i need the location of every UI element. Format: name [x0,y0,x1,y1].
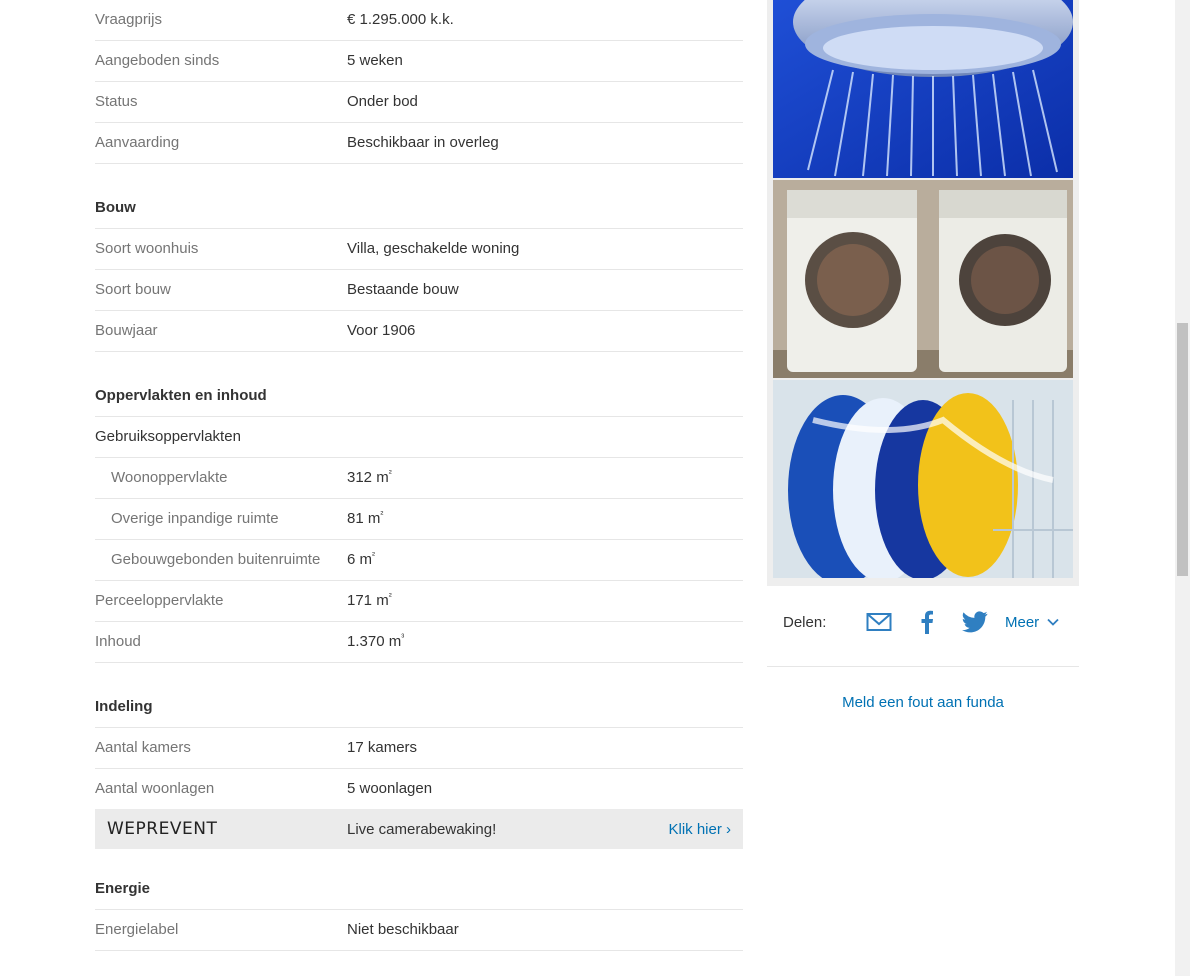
section-title-energie: Energie [95,849,743,910]
feature-row-aangeboden-sinds: Aangeboden sinds 5 weken [95,41,743,82]
feature-label: Aantal woonlagen [95,780,215,797]
chevron-down-icon [1047,618,1059,626]
weprevent-logo: WEPREVENT [107,819,218,839]
feature-label: Vraagprijs [95,11,162,28]
feature-row-aantal-kamers: Aantal kamers 17 kamers [95,728,743,769]
feature-value: 1.370 m³ [347,632,405,651]
feature-row-bouwjaar: Bouwjaar Voor 1906 [95,311,743,352]
feature-label: Soort woonhuis [95,240,199,257]
feature-value: 5 weken [347,52,403,69]
feature-value: 81 m² [347,509,384,528]
feature-value: 312 m² [347,468,392,487]
facebook-share-button[interactable] [903,610,951,634]
sidebar: Delen: Meer Meld een fout aan funda [767,0,1079,711]
feature-value: 171 m² [347,591,392,610]
feature-label: Overige inpandige ruimte [111,510,279,527]
feature-label: Aanvaarding [95,134,180,151]
email-share-button[interactable] [855,612,903,632]
feature-label: Energielabel [95,921,179,938]
shower-head-photo [773,0,1073,178]
kenmerken-list: Vraagprijs € 1.295.000 k.k. Aangeboden s… [95,0,743,951]
share-bar: Delen: Meer [767,578,1079,667]
feature-value: Villa, geschakelde woning [347,240,520,257]
more-label: Meer [1005,613,1040,631]
feature-value: 5 woonlagen [347,780,433,797]
feature-label: Bouwjaar [95,322,158,339]
feature-row-woonoppervlakte: Woonoppervlakte 312 m² [95,458,743,499]
feature-value: Beschikbaar in overleg [347,134,499,151]
facebook-icon [921,610,933,634]
twitter-share-button[interactable] [951,611,999,633]
feature-row-vraagprijs: Vraagprijs € 1.295.000 k.k. [95,0,743,41]
dishwasher-plates-photo [773,380,1073,578]
feature-value: € 1.295.000 k.k. [347,11,454,28]
feature-row-status: Status Onder bod [95,82,743,123]
feature-label: Status [95,93,138,110]
feature-value: Onder bod [347,93,418,110]
page-scrollbar[interactable] [1175,0,1190,976]
feature-label: Aangeboden sinds [95,52,220,69]
feature-row-aanvaarding: Aanvaarding Beschikbaar in overleg [95,123,743,164]
scrollbar-thumb[interactable] [1177,323,1188,576]
twitter-icon [962,611,988,633]
feature-row-gebouwgebonden-buitenruimte: Gebouwgebonden buitenruimte 6 m² [95,540,743,581]
feature-value: 17 kamers [347,739,418,756]
feature-row-perceeloppervlakte: Perceeloppervlakte 171 m² [95,581,743,622]
feature-row-overige-inpandige-ruimte: Overige inpandige ruimte 81 m² [95,499,743,540]
ad-photo-collage[interactable] [767,0,1079,586]
more-share-dropdown[interactable]: Meer [1005,614,1059,631]
feature-row-energielabel: Energielabel Niet beschikbaar [95,910,743,951]
ad-click-here-link[interactable]: Klik hier › [668,821,743,838]
feature-label: Soort bouw [95,281,171,298]
report-error-link[interactable]: Meld een fout aan funda [767,667,1079,711]
feature-label: Perceeloppervlakte [95,592,224,609]
section-title-oppervlakten: Oppervlakten en inhoud [95,352,743,417]
feature-label: Woonoppervlakte [111,469,228,486]
feature-label: Aantal kamers [95,739,191,756]
feature-row-soort-woonhuis: Soort woonhuis Villa, geschakelde woning [95,229,743,270]
feature-label: Gebouwgebonden buitenruimte [111,551,321,568]
ad-slogan: Live camerabewaking! [347,820,497,838]
feature-label: Inhoud [95,633,141,650]
washing-machine-photo [773,180,1073,378]
feature-value: Voor 1906 [347,322,416,339]
feature-value: Niet beschikbaar [347,921,459,938]
feature-value: Bestaande bouw [347,281,459,298]
section-title-indeling: Indeling [95,663,743,728]
section-title-bouw: Bouw [95,164,743,229]
feature-row-aantal-woonlagen: Aantal woonlagen 5 woonlagen [95,769,743,809]
feature-row-soort-bouw: Soort bouw Bestaande bouw [95,270,743,311]
mail-icon [866,613,892,631]
weprevent-ad-banner[interactable]: WEPREVENT Live camerabewaking! Klik hier… [95,809,743,849]
share-label: Delen: [783,613,827,631]
feature-value: 6 m² [347,550,376,569]
feature-row-inhoud: Inhoud 1.370 m³ [95,622,743,663]
feature-group-label: Gebruiksoppervlakten [95,428,241,445]
feature-row-gebruiksoppervlakten: Gebruiksoppervlakten [95,417,743,458]
